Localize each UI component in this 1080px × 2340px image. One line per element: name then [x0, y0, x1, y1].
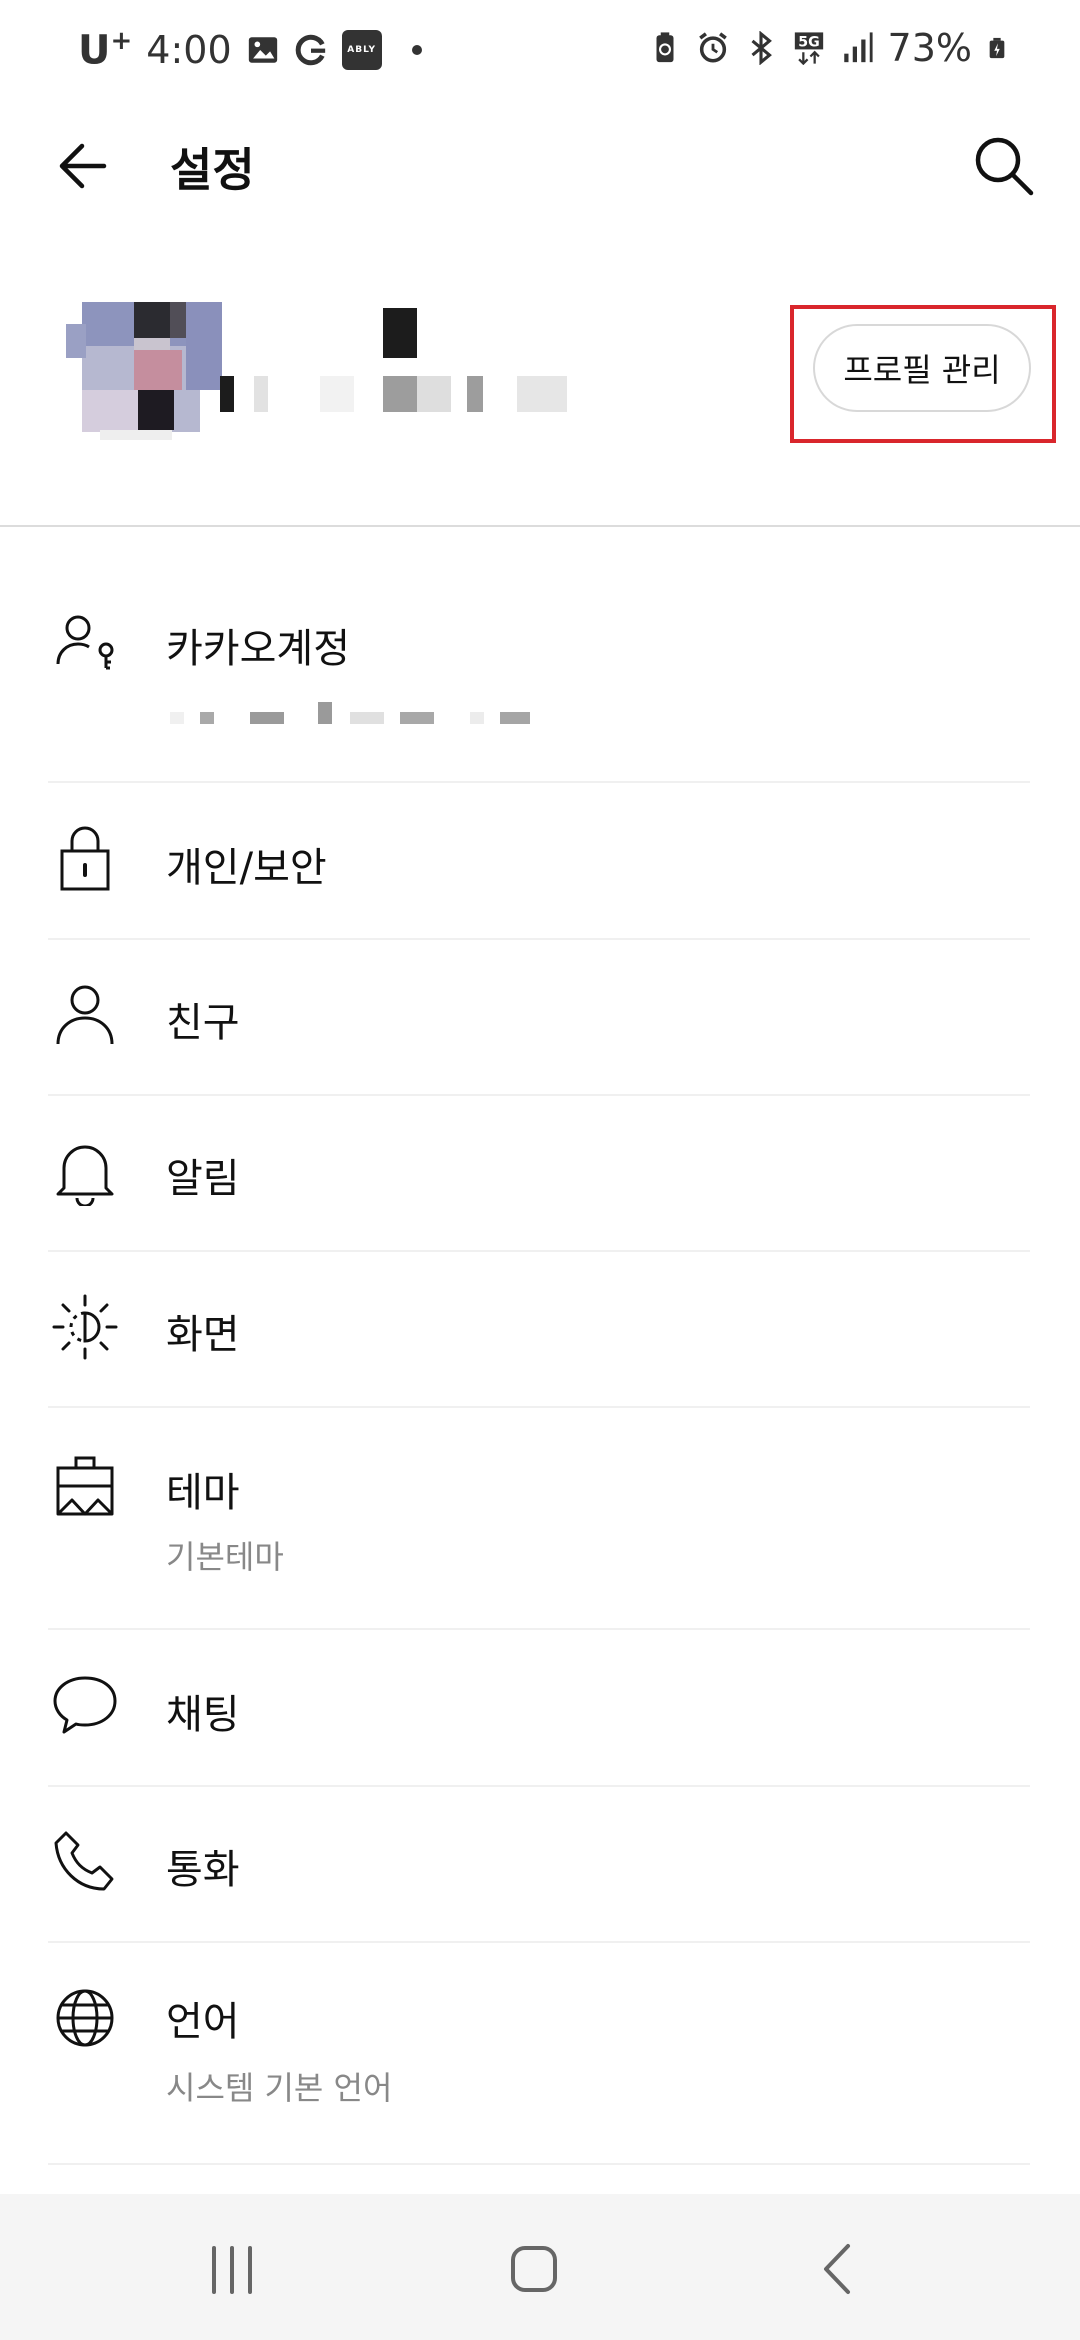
status-bar: U+ 4:00 ABLY 5G 73%: [0, 0, 1080, 100]
person-icon: [56, 985, 114, 1045]
ably-app-icon: ABLY: [341, 29, 382, 70]
settings-menu: 카카오계정 개인/보안 친구 알림 화면 테마 기본테마 채팅 통화 언어 시스…: [0, 528, 1080, 2165]
back-arrow-icon[interactable]: [48, 130, 120, 202]
menu-label: 개인/보안: [166, 845, 327, 891]
battery-percent: 73%: [887, 26, 972, 70]
back-nav-icon[interactable]: [798, 2234, 878, 2304]
clock: 4:00: [146, 27, 232, 72]
row-divider: [48, 2163, 1030, 2165]
home-icon[interactable]: [494, 2234, 574, 2304]
speech-bubble-icon: [53, 1676, 117, 1734]
menu-item-chat[interactable]: 채팅: [0, 1630, 1080, 1787]
profile-avatar[interactable]: [66, 270, 236, 440]
menu-label: 카카오계정: [166, 626, 350, 672]
page-title: 설정: [170, 143, 255, 197]
g-app-icon: [295, 34, 325, 65]
account-id-redacted: [170, 702, 540, 726]
menu-item-display[interactable]: 화면: [0, 1252, 1080, 1408]
menu-label: 친구: [166, 1000, 240, 1046]
notification-dot: [411, 44, 422, 55]
annotation-highlight-box: [790, 305, 1056, 443]
menu-item-theme[interactable]: 테마 기본테마: [0, 1408, 1080, 1630]
menu-item-kakao-account[interactable]: 카카오계정: [0, 528, 1080, 783]
gallery-icon: [248, 36, 277, 63]
alarm-icon: [698, 32, 727, 63]
system-nav-bar: [0, 2194, 1080, 2340]
bell-icon: [56, 1145, 114, 1206]
bluetooth-icon: [751, 31, 772, 65]
menu-item-notifications[interactable]: 알림: [0, 1096, 1080, 1252]
carrier-label: U+: [78, 26, 133, 74]
menu-label: 채팅: [166, 1692, 240, 1738]
globe-icon: [56, 1989, 114, 2047]
paint-brush-icon: [56, 1456, 114, 1516]
menu-label: 언어: [166, 1999, 240, 2045]
menu-item-call[interactable]: 통화: [0, 1787, 1080, 1943]
profile-name-redacted: [220, 300, 580, 430]
battery-charging-icon: [989, 37, 1005, 59]
battery-saver-icon: [656, 32, 674, 63]
svg-text:5G: 5G: [798, 35, 819, 51]
menu-label: 화면: [166, 1312, 240, 1358]
signal-icon: [843, 32, 873, 63]
phone-icon: [54, 1831, 114, 1891]
5g-icon: 5G: [794, 32, 823, 65]
section-divider: [0, 525, 1080, 527]
menu-subtext: 기본테마: [166, 1538, 284, 1576]
search-icon[interactable]: [968, 130, 1040, 202]
menu-label: 통화: [166, 1847, 240, 1893]
menu-item-friends[interactable]: 친구: [0, 940, 1080, 1096]
account-key-icon: [56, 615, 114, 670]
menu-label: 알림: [166, 1156, 240, 1202]
menu-item-language[interactable]: 언어 시스템 기본 언어: [0, 1943, 1080, 2165]
sun-icon: [52, 1294, 118, 1360]
menu-item-privacy[interactable]: 개인/보안: [0, 783, 1080, 940]
recent-apps-icon[interactable]: [192, 2234, 272, 2304]
lock-icon: [60, 826, 110, 891]
app-header: 설정: [0, 100, 1080, 230]
menu-label: 테마: [166, 1470, 240, 1516]
menu-subtext: 시스템 기본 언어: [166, 2069, 393, 2107]
